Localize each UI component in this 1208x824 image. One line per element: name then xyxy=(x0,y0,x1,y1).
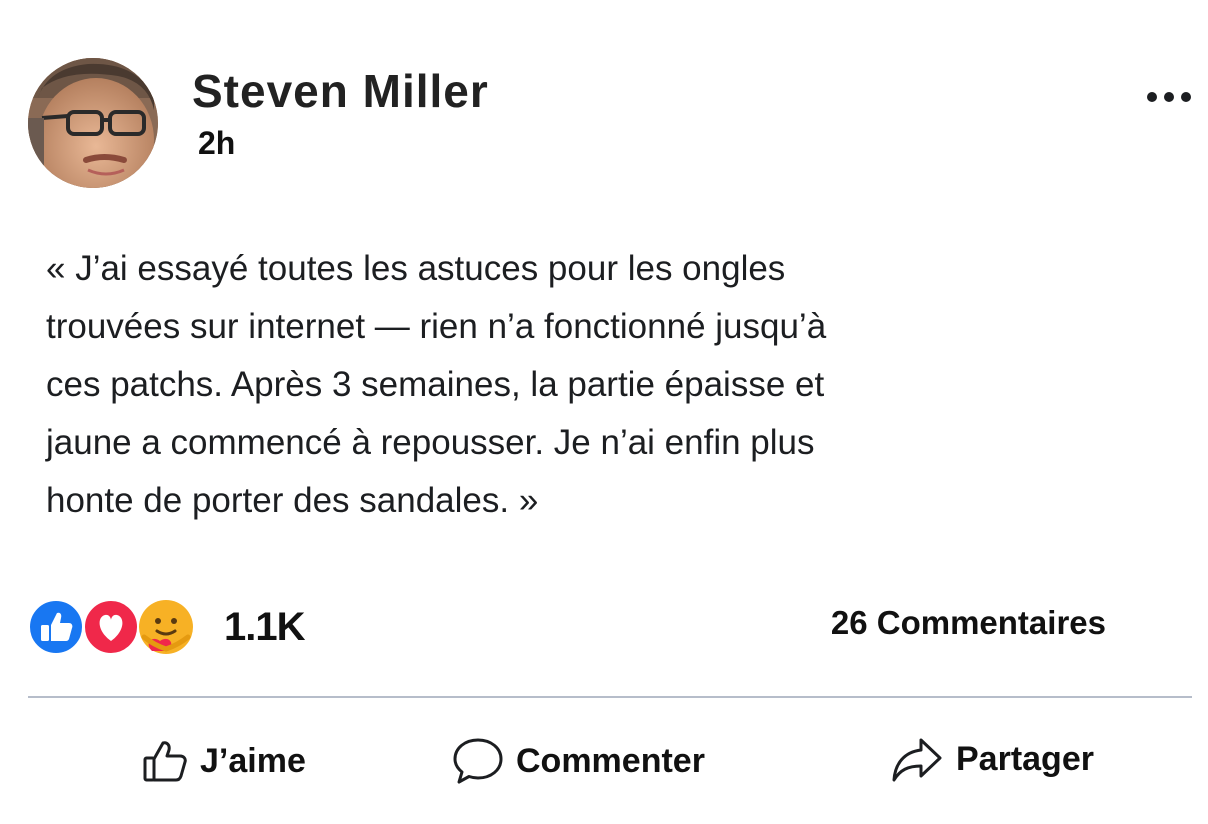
like-reaction-icon xyxy=(28,599,84,655)
like-button[interactable]: J’aime xyxy=(142,738,306,784)
post-text-line: trouvées sur internet — rien n’a fonctio… xyxy=(46,307,827,346)
more-icon xyxy=(1147,92,1191,102)
like-label: J’aime xyxy=(200,741,306,780)
share-button[interactable]: Partager xyxy=(890,734,1094,784)
post-text-line: « J’ai essayé toutes les astuces pour le… xyxy=(46,249,786,288)
avatar[interactable] xyxy=(28,58,158,188)
reactions-summary[interactable]: 1.1K xyxy=(28,598,305,656)
thumbs-up-icon xyxy=(143,741,187,782)
post-timestamp[interactable]: 2h xyxy=(198,125,235,162)
share-arrow-icon xyxy=(892,738,942,782)
post-text: « J’ai essayé toutes les astuces pour le… xyxy=(46,240,1046,530)
comment-bubble-icon xyxy=(453,738,503,784)
facebook-post: Steven Miller 2h « J’ai essayé toutes le… xyxy=(0,0,1208,824)
avatar-photo xyxy=(28,58,158,188)
comment-button[interactable]: Commenter xyxy=(452,736,705,786)
more-options-button[interactable] xyxy=(1140,80,1198,114)
author-name[interactable]: Steven Miller xyxy=(192,64,489,118)
comments-count-link[interactable]: 26 Commentaires xyxy=(831,604,1106,642)
post-text-line: jaune a commencé à repousser. Je n’ai en… xyxy=(46,423,815,462)
reaction-icons xyxy=(28,598,200,656)
share-label: Partager xyxy=(956,739,1094,778)
post-text-line: ces patchs. Après 3 semaines, la partie … xyxy=(46,365,825,404)
care-reaction-icon xyxy=(139,600,193,654)
post-text-line: honte de porter des sandales. » xyxy=(46,481,539,520)
divider xyxy=(28,696,1192,698)
reaction-count: 1.1K xyxy=(224,604,305,649)
comment-label: Commenter xyxy=(516,741,705,780)
love-reaction-icon xyxy=(83,599,139,655)
